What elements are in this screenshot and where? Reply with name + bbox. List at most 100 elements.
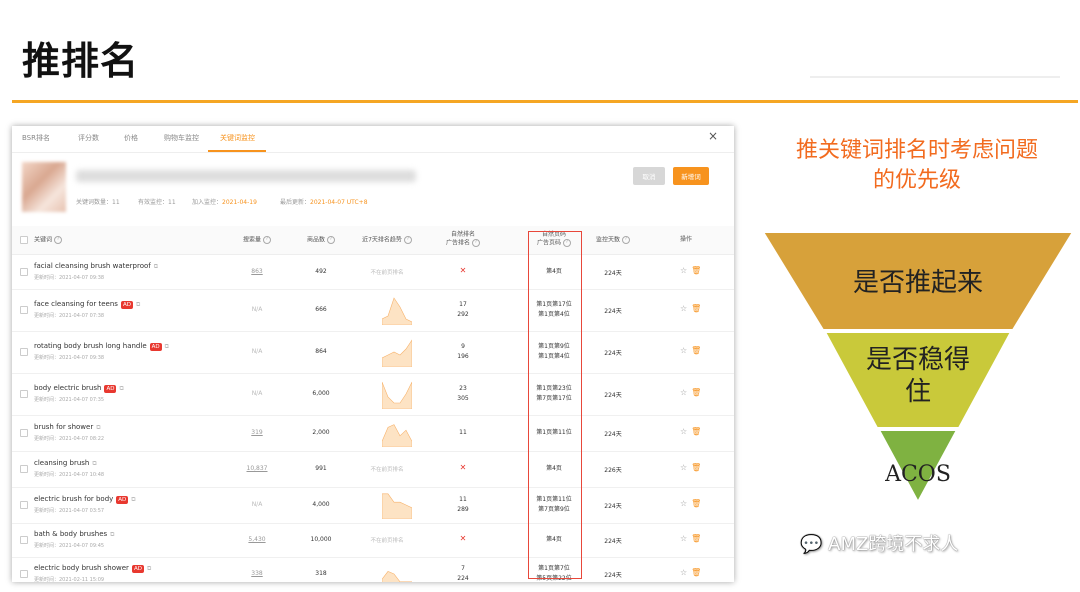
tab-keyword-monitor[interactable]: 关键词监控 [220,133,255,143]
trend-sparkline[interactable] [382,379,412,409]
tab-bsr[interactable]: BSR排名 [22,133,50,143]
keyword-text[interactable]: body electric brush AD ⧉ [34,384,124,393]
product-count: 991 [315,465,327,472]
product-count: 318 [315,570,327,577]
help-icon[interactable]: ? [472,239,480,247]
search-volume[interactable]: 5,430 [232,536,282,543]
row-checkbox[interactable] [20,536,28,544]
row-actions: ☆ 🗑︎ [680,534,701,543]
help-icon[interactable]: ? [327,236,335,244]
ad-badge: AD [149,343,162,351]
cancel-button[interactable]: 取消 [633,167,665,185]
keyword-text[interactable]: face cleansing for teens AD ⧉ [34,300,140,309]
priority-title-line1: 推关键词排名时考虑问题 [795,138,1038,163]
star-icon[interactable]: ☆ [680,346,687,355]
trash-icon[interactable]: 🗑︎ [691,463,701,472]
external-link-icon[interactable]: ⧉ [147,565,151,573]
keyword-text[interactable]: electric body brush shower AD ⧉ [34,564,151,573]
trash-icon[interactable]: 🗑︎ [691,534,701,543]
row-checkbox[interactable] [20,570,28,578]
sparkline-area [382,493,412,519]
th-product-count[interactable]: 商品数? [296,236,346,245]
pyramid-label-3: ACOS [885,462,951,487]
trend-sparkline[interactable] [382,419,412,447]
organic-ad-rank: 9 196 [436,342,490,362]
star-icon[interactable]: ☆ [680,427,687,436]
monitor-days: 224天 [604,572,622,579]
trash-icon[interactable]: 🗑︎ [691,266,701,275]
row-checkbox[interactable] [20,465,28,473]
meta-added: 加入监控：2021-04-19 [192,197,257,206]
search-volume[interactable]: 338 [232,570,282,577]
monitor-days: 226天 [604,467,622,474]
keyword-text[interactable]: brush for shower ⧉ [34,423,101,432]
keyword-text[interactable]: cleansing brush ⧉ [34,459,97,468]
page-position-highlight [528,231,582,579]
meta-value: 2021-04-07 UTC+8 [310,199,368,206]
keyword-label: electric brush for body [34,495,114,503]
keyword-text[interactable]: electric brush for body AD ⧉ [34,495,136,504]
title-divider [12,100,1078,103]
star-icon[interactable]: ☆ [680,304,687,313]
search-volume[interactable]: 863 [232,268,282,275]
help-icon[interactable]: ? [54,236,63,244]
external-link-icon[interactable]: ⧉ [96,424,100,432]
product-thumbnail [22,162,66,212]
tab-price[interactable]: 价格 [124,133,138,143]
trend-sparkline[interactable] [382,491,412,519]
external-link-icon[interactable]: ⧉ [136,301,140,309]
external-link-icon[interactable]: ⧉ [119,385,123,393]
th-monitor-days[interactable]: 监控天数? [588,236,638,245]
external-link-icon[interactable]: ⧉ [92,460,96,468]
external-link-icon[interactable]: ⧉ [110,531,114,539]
close-icon[interactable]: × [708,129,718,143]
external-link-icon[interactable]: ⧉ [131,496,135,504]
th-rank-line1: 自然排名 [450,231,475,238]
trend-sparkline[interactable] [382,337,412,367]
row-checkbox[interactable] [20,429,28,437]
watermark-text: AMZ跨境不求人 [828,534,959,555]
star-icon[interactable]: ☆ [680,568,687,577]
ad-rank: 196 [457,353,469,360]
external-link-icon[interactable]: ⧉ [154,263,158,271]
star-icon[interactable]: ☆ [680,266,687,275]
row-checkbox[interactable] [20,348,28,356]
row-actions: ☆ 🗑︎ [680,304,701,313]
product-count: 666 [315,306,327,313]
search-volume[interactable]: 319 [232,429,282,436]
row-checkbox[interactable] [20,306,28,314]
keyword-text[interactable]: rotating body brush long handle AD ⧉ [34,342,169,351]
th-products-label: 商品数 [306,236,325,244]
keyword-text[interactable]: facial cleansing brush waterproof ⧉ [34,262,158,271]
star-icon[interactable]: ☆ [680,499,687,508]
select-all-checkbox[interactable] [20,236,28,244]
trash-icon[interactable]: 🗑︎ [691,346,701,355]
trash-icon[interactable]: 🗑︎ [691,304,701,313]
external-link-icon[interactable]: ⧉ [165,343,169,351]
row-checkbox[interactable] [20,501,28,509]
trash-icon[interactable]: 🗑︎ [691,499,701,508]
tab-buybox[interactable]: 购物车监控 [164,133,199,143]
trash-icon[interactable]: 🗑︎ [691,388,701,397]
organic-ad-rank: 23 305 [436,384,490,404]
trend-sparkline[interactable] [382,561,412,582]
keyword-text[interactable]: bath & body brushes ⧉ [34,530,114,539]
search-volume: N/A [251,348,263,355]
tab-rating[interactable]: 评分数 [78,133,99,143]
help-icon[interactable]: ? [622,236,630,244]
add-keyword-button[interactable]: 新增词 [673,167,709,185]
product-count: 10,000 [310,536,332,543]
trash-icon[interactable]: 🗑︎ [691,427,701,436]
star-icon[interactable]: ☆ [680,534,687,543]
star-icon[interactable]: ☆ [680,388,687,397]
no-rank-icon: ✕ [459,534,467,543]
trash-icon[interactable]: 🗑︎ [691,568,701,577]
th-search-volume[interactable]: 搜索量? [232,236,282,245]
help-icon[interactable]: ? [403,236,412,244]
star-icon[interactable]: ☆ [680,463,687,472]
trend-sparkline[interactable] [382,295,412,325]
row-checkbox[interactable] [20,268,28,276]
search-volume[interactable]: 10,837 [232,465,282,472]
row-checkbox[interactable] [20,390,28,398]
help-icon[interactable]: ? [263,236,271,244]
